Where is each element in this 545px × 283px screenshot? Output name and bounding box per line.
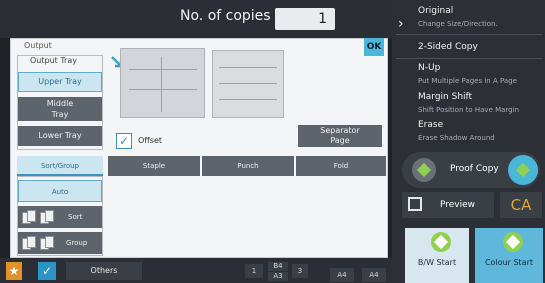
favorite-icon[interactable]: ★ <box>6 262 22 280</box>
offset-label: Offset <box>138 136 163 145</box>
start-icon <box>503 232 523 252</box>
copies-label: No. of copies <box>180 8 271 24</box>
clear-all-button[interactable]: CA <box>500 192 542 218</box>
colour-start-button[interactable]: Colour Start <box>475 228 543 283</box>
paper-size: B4 <box>268 262 288 271</box>
menu-item-margin-shift-subtitle: Shift Position to Have Margin <box>418 106 520 114</box>
menu-item-erase[interactable]: Erase <box>418 120 443 130</box>
menu-item-original[interactable]: Original <box>418 6 453 16</box>
menu-item-n-up-subtitle: Put Multiple Pages in A Page <box>418 77 517 85</box>
tab-staple[interactable]: Staple <box>108 156 200 176</box>
preview-label: Preview <box>440 200 476 210</box>
paper-size: A3 <box>268 272 288 281</box>
menu-item-erase-subtitle: Erase Shadow Around <box>418 134 495 142</box>
bw-start-button[interactable]: B/W Start <box>405 228 469 283</box>
start-icon <box>431 232 451 252</box>
tray-number: 1 <box>245 264 263 278</box>
paper-size: A4 <box>330 268 354 282</box>
tab-sort-group[interactable]: Sort/Group <box>17 156 103 176</box>
copies-input[interactable]: 1 <box>275 8 335 30</box>
preview-icon <box>408 197 422 211</box>
sort-icon <box>22 210 56 224</box>
sort-label: Sort <box>68 213 83 221</box>
group-button[interactable]: Group <box>18 232 102 254</box>
bw-start-label: B/W Start <box>417 258 457 267</box>
divider <box>396 58 542 59</box>
auto-button[interactable]: Auto <box>18 180 102 202</box>
chevron-right-icon[interactable]: › <box>398 16 404 32</box>
colour-start-label: Colour Start <box>484 258 534 267</box>
proof-copy-icon <box>412 158 436 182</box>
proof-copy-label: Proof Copy <box>450 164 499 174</box>
divider <box>396 34 542 35</box>
menu-item-margin-shift[interactable]: Margin Shift <box>418 92 472 102</box>
others-button[interactable]: Others <box>66 262 142 280</box>
sort-button[interactable]: Sort <box>18 206 102 228</box>
lower-tray-button[interactable]: Lower Tray <box>18 126 102 146</box>
check-icon[interactable]: ✓ <box>38 262 56 280</box>
offset-checkbox[interactable]: ✓ <box>116 133 132 149</box>
tray-number: 3 <box>292 264 308 278</box>
group-icon <box>22 236 56 250</box>
middle-tray-button[interactable]: Middle Tray <box>18 97 102 121</box>
ok-button[interactable]: OK <box>364 38 384 56</box>
group-label: Group <box>66 239 88 247</box>
proof-start-icon[interactable] <box>508 155 538 185</box>
printer-illustration <box>212 50 284 118</box>
tab-punch[interactable]: Punch <box>202 156 294 176</box>
separator-page-button[interactable]: Separator Page <box>298 125 382 147</box>
paper-size: A4 <box>362 268 386 282</box>
output-tray-heading: Output Tray <box>30 56 77 65</box>
tab-fold[interactable]: Fold <box>296 156 386 176</box>
dialog-title: Output <box>24 41 52 50</box>
finisher-illustration <box>120 48 205 118</box>
upper-tray-button[interactable]: Upper Tray <box>18 72 102 92</box>
menu-item-2-sided-copy[interactable]: 2-Sided Copy <box>418 42 478 52</box>
menu-item-n-up[interactable]: N-Up <box>418 63 440 73</box>
menu-item-original-subtitle: Change Size/Direction. <box>418 20 498 28</box>
